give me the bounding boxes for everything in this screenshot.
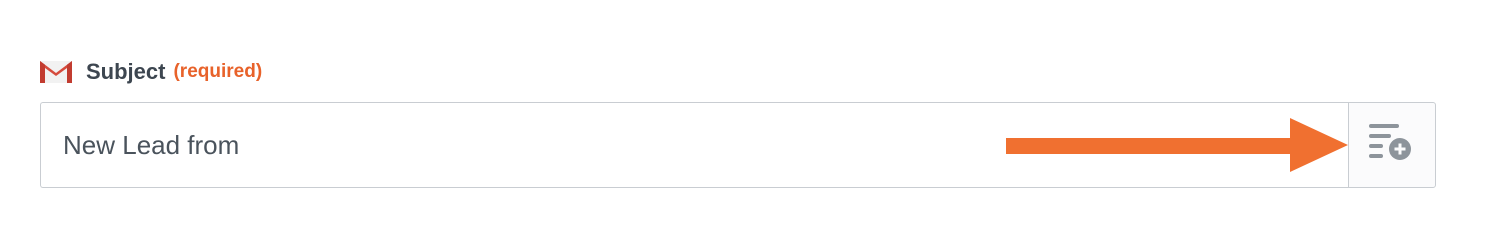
- subject-label: Subject: [86, 59, 166, 84]
- insert-data-button[interactable]: [1348, 102, 1436, 188]
- subject-label-row: Subject (required): [40, 56, 1436, 88]
- subject-input-value: New Lead from: [63, 129, 240, 160]
- required-indicator: (required): [173, 61, 263, 82]
- subject-field: Subject (required) New Lead from: [40, 56, 1436, 188]
- gmail-icon: [40, 61, 72, 83]
- arrow-right-icon: [1006, 118, 1348, 179]
- insert-data-icon: [1369, 123, 1415, 168]
